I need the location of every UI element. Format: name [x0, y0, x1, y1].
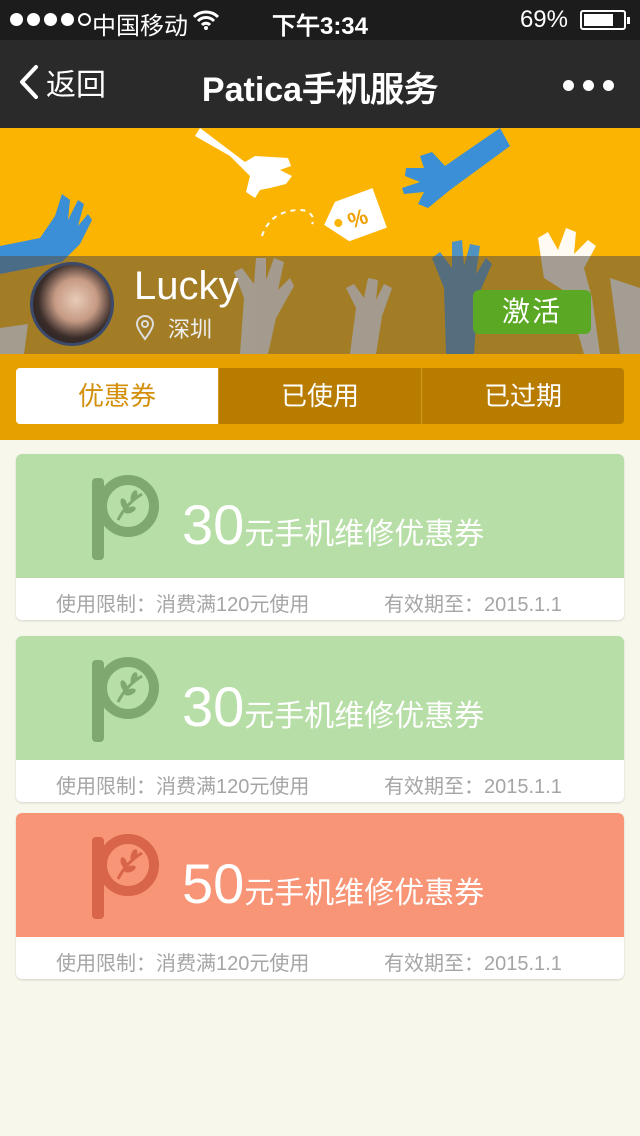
- tab-expired[interactable]: 已过期: [421, 368, 624, 424]
- user-location: 深圳: [134, 312, 212, 344]
- coupon-amount: 30: [182, 493, 245, 556]
- tab-coupons[interactable]: 优惠券: [16, 368, 218, 424]
- more-icon[interactable]: [563, 80, 614, 91]
- patica-logo-icon: [92, 834, 159, 919]
- coupon-face: 30元手机维修优惠券: [16, 636, 624, 760]
- coupon-card[interactable]: 30元手机维修优惠券 使用限制：消费满120元使用 有效期至：2015.1.1: [16, 636, 624, 802]
- coupon-expiry: 有效期至：2015.1.1: [384, 953, 562, 975]
- profile-banner: % Lucky 深圳 激活: [0, 128, 640, 354]
- coupon-amount: 50: [182, 852, 245, 915]
- coupon-tabs: 优惠券 已使用 已过期: [16, 368, 624, 424]
- page-title: Patica手机服务: [201, 71, 439, 109]
- coupon-usage-limit: 使用限制：消费满120元使用: [56, 594, 310, 616]
- battery-icon: [580, 10, 630, 30]
- coupon-title: 30元手机维修优惠券: [182, 492, 484, 557]
- profile-strip: Lucky 深圳 激活: [0, 256, 640, 354]
- activate-button[interactable]: 激活: [473, 290, 591, 334]
- username: Lucky: [134, 264, 239, 308]
- status-bar: 中国移动 下午3:34 69%: [0, 0, 640, 40]
- coupon-card[interactable]: 30元手机维修优惠券 使用限制：消费满120元使用 有效期至：2015.1.1: [16, 454, 624, 620]
- location-pin-icon: [135, 315, 155, 341]
- coupon-title: 50元手机维修优惠券: [182, 851, 484, 916]
- coupon-card[interactable]: 50元手机维修优惠券 使用限制：消费满120元使用 有效期至：2015.1.1: [16, 813, 624, 979]
- coupon-footer: 使用限制：消费满120元使用 有效期至：2015.1.1: [16, 937, 624, 979]
- coupon-face: 50元手机维修优惠券: [16, 813, 624, 937]
- coupon-amount: 30: [182, 675, 245, 738]
- coupon-description: 元手机维修优惠券: [244, 518, 485, 551]
- navigation-bar: 返回 Patica手机服务: [0, 40, 640, 128]
- coupon-footer: 使用限制：消费满120元使用 有效期至：2015.1.1: [16, 760, 624, 802]
- coupon-expiry: 有效期至：2015.1.1: [384, 594, 562, 616]
- coupon-expiry: 有效期至：2015.1.1: [384, 776, 562, 798]
- location-label: 深圳: [168, 317, 213, 342]
- patica-logo-icon: [92, 657, 159, 742]
- tab-used[interactable]: 已使用: [218, 368, 421, 424]
- coupon-title: 30元手机维修优惠券: [182, 674, 484, 739]
- patica-logo-icon: [92, 475, 159, 560]
- coupon-description: 元手机维修优惠券: [244, 700, 485, 733]
- coupon-face: 30元手机维修优惠券: [16, 454, 624, 578]
- coupon-footer: 使用限制：消费满120元使用 有效期至：2015.1.1: [16, 578, 624, 620]
- coupon-description: 元手机维修优惠券: [244, 877, 485, 910]
- coupon-tabs-bar: 优惠券 已使用 已过期: [0, 354, 640, 440]
- avatar[interactable]: [30, 262, 114, 346]
- coupon-usage-limit: 使用限制：消费满120元使用: [56, 953, 310, 975]
- battery-percent: 69%: [519, 6, 568, 33]
- coupon-usage-limit: 使用限制：消费满120元使用: [56, 776, 310, 798]
